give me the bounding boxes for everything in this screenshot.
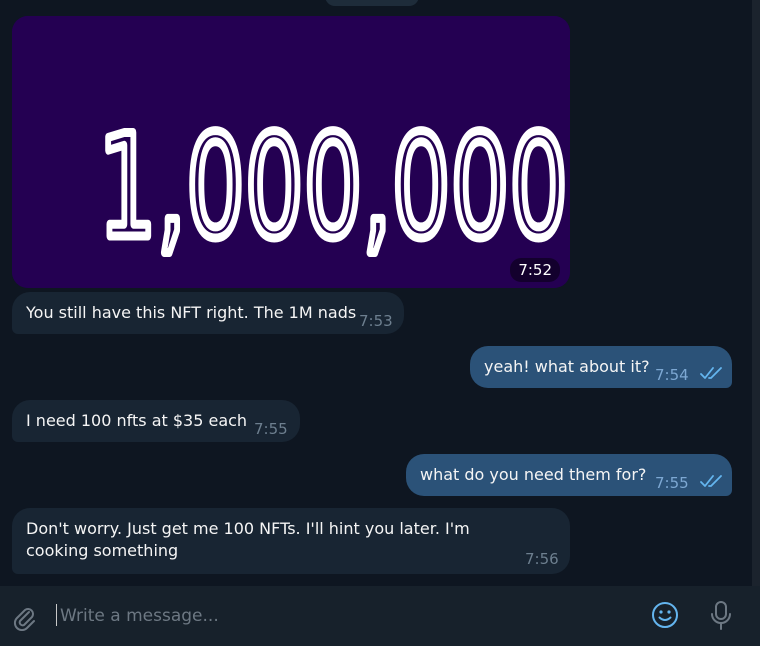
message-time: 7:54: [655, 366, 689, 384]
text-cursor: [56, 604, 57, 626]
incoming-message[interactable]: I need 100 nfts at $35 each 7:55: [12, 400, 300, 442]
nft-image-text: 1,000,000: [98, 105, 568, 270]
message-text: I need 100 nfts at $35 each: [26, 411, 248, 430]
double-check-icon: [700, 475, 722, 487]
outgoing-message[interactable]: what do you need them for? 7:55: [406, 454, 732, 496]
message-text: You still have this NFT right. The 1M na…: [26, 303, 357, 322]
smiley-icon[interactable]: [650, 600, 680, 630]
microphone-icon[interactable]: [708, 600, 734, 632]
message-time: 7:55: [254, 420, 288, 438]
incoming-message[interactable]: You still have this NFT right. The 1M na…: [12, 292, 404, 334]
double-check-icon: [700, 367, 722, 379]
outgoing-message[interactable]: yeah! what about it? 7:54: [470, 346, 732, 388]
nft-image: 1,000,000: [12, 16, 570, 288]
paperclip-icon[interactable]: [10, 603, 38, 631]
message-text: Don't worry. Just get me 100 NFTs. I'll …: [26, 519, 470, 560]
message-text: what do you need them for?: [420, 465, 647, 484]
message-time: 7:52: [510, 258, 560, 282]
message-time: 7:55: [655, 474, 689, 492]
message-time: 7:56: [525, 550, 559, 568]
image-message[interactable]: 1,000,000 7:52: [12, 16, 570, 288]
chat-area[interactable]: 1,000,000 7:52 You still have this NFT r…: [0, 0, 752, 586]
scrollbar[interactable]: [752, 0, 760, 586]
message-text: yeah! what about it?: [484, 357, 650, 376]
message-time: 7:53: [359, 312, 393, 330]
date-pill: [325, 0, 419, 6]
message-input[interactable]: [58, 600, 622, 632]
incoming-message[interactable]: Don't worry. Just get me 100 NFTs. I'll …: [12, 508, 570, 574]
